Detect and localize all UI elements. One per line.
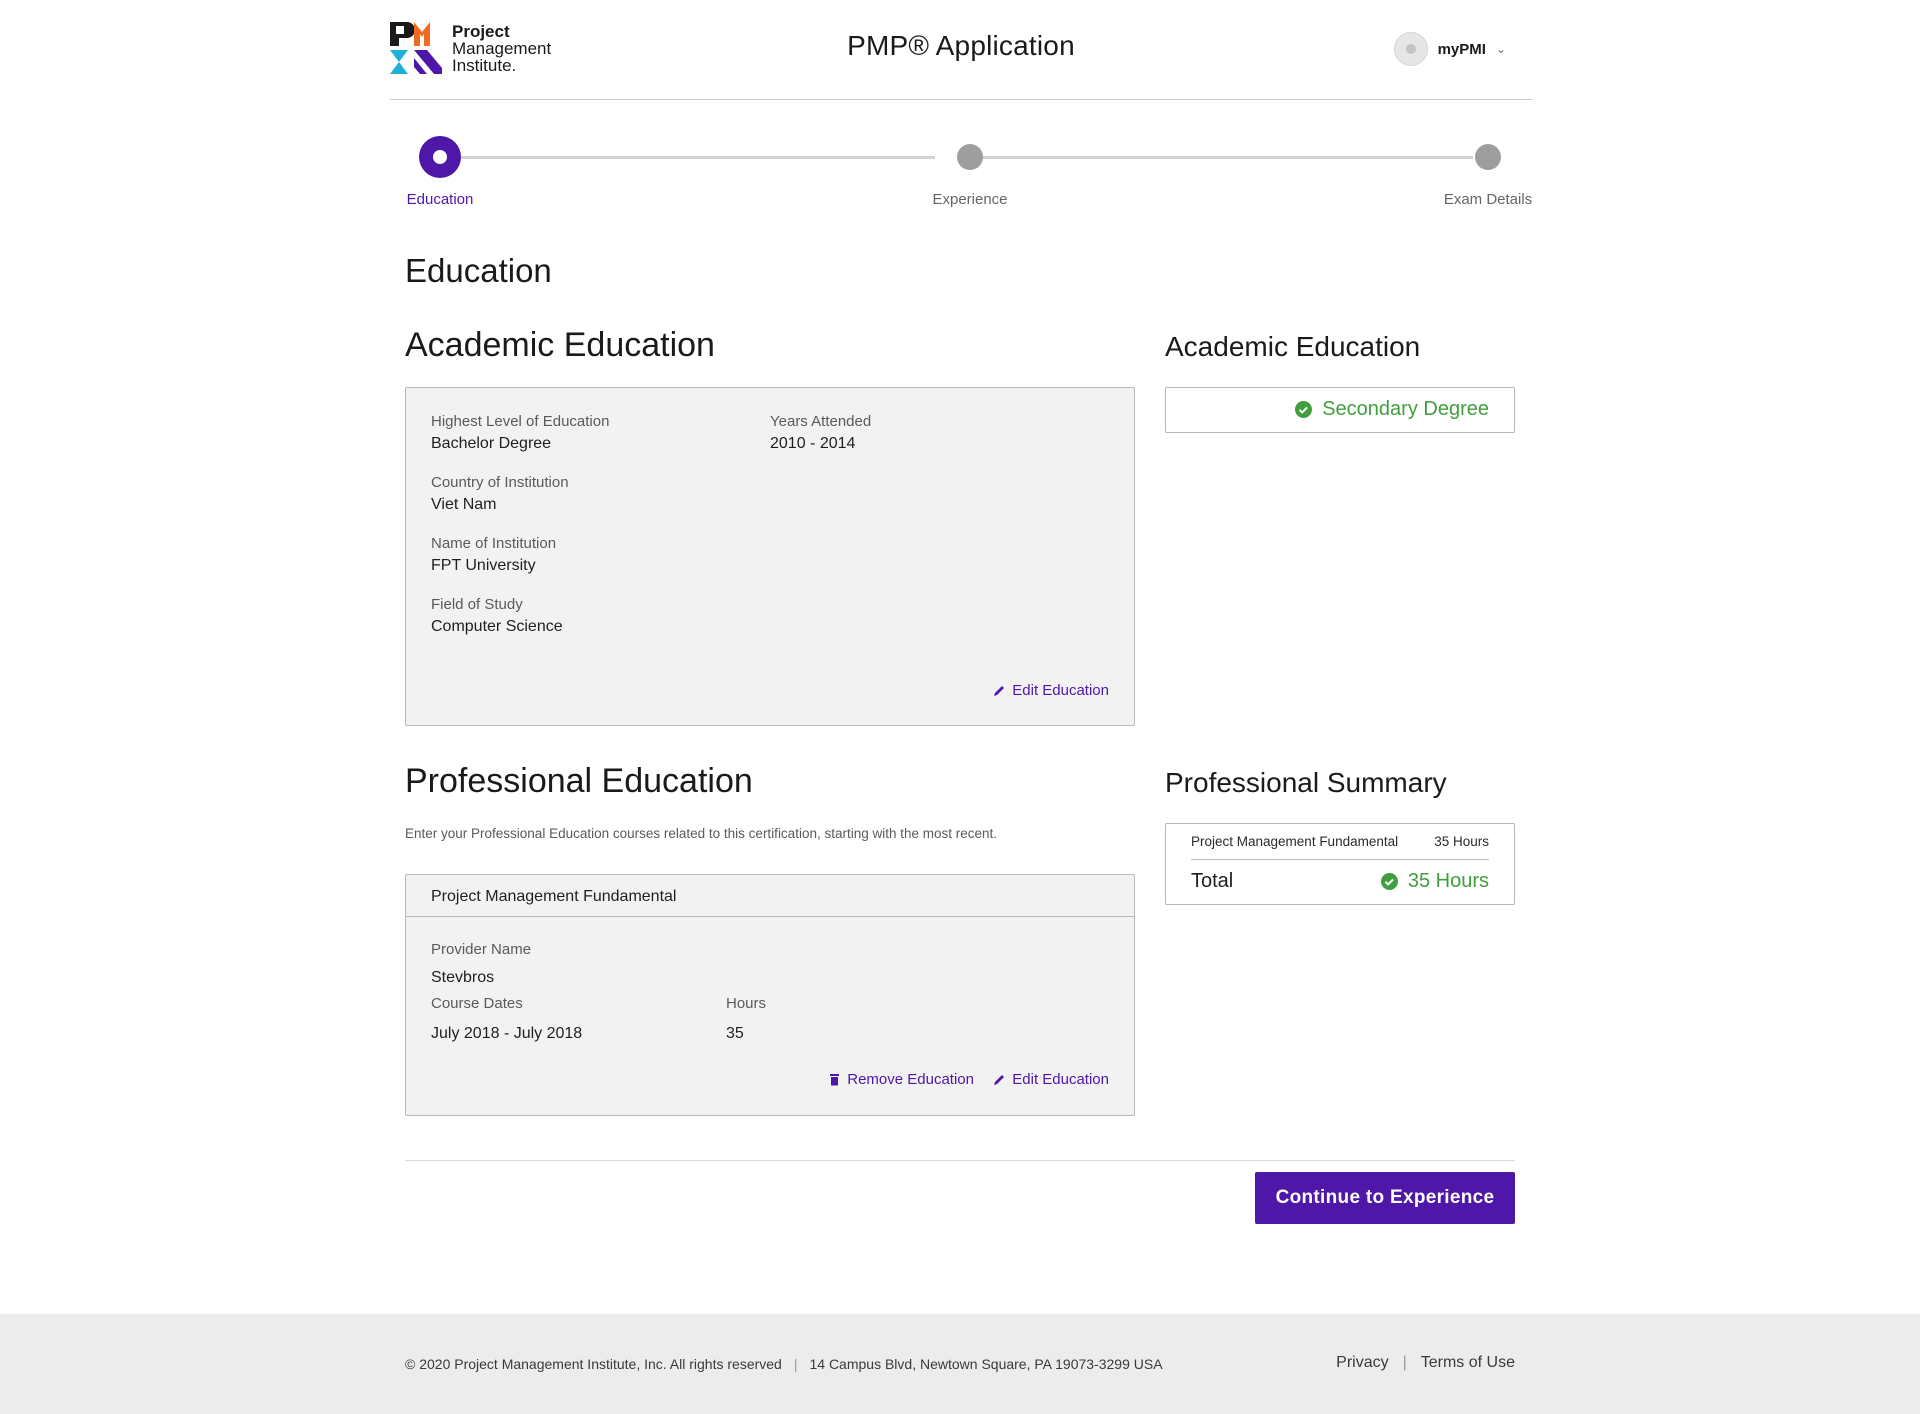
level-label: Highest Level of Education [431, 413, 610, 430]
pencil-icon [994, 686, 1005, 696]
field-of-study-label: Field of Study [431, 596, 523, 613]
step-dot-exam-details[interactable] [1475, 144, 1501, 170]
progress-stepper: Education Experience Exam Details [390, 130, 1532, 210]
step-connector [440, 156, 935, 159]
provider-label: Provider Name [431, 941, 532, 958]
country-value: Viet Nam [431, 496, 497, 513]
avatar [1393, 32, 1428, 66]
step-dot-education[interactable] [419, 136, 461, 178]
remove-education-link[interactable]: Remove Education [828, 1071, 974, 1088]
professional-summary-box: Project Management Fundamental 35 Hours … [1165, 823, 1515, 905]
continue-to-experience-button[interactable]: Continue to Experience [1255, 1172, 1515, 1224]
trash-icon [830, 1074, 840, 1086]
chevron-down-icon: ⌄ [1495, 42, 1506, 56]
level-value: Bachelor Degree [431, 435, 552, 452]
step-label-education[interactable]: Education [407, 191, 474, 208]
actions-divider [405, 1160, 1515, 1161]
years-value: 2010 - 2014 [770, 435, 856, 452]
edit-academic-education-link[interactable]: Edit Education [993, 682, 1109, 699]
summary-row: Project Management Fundamental 35 Hours [1191, 834, 1489, 860]
hours-value: 35 [726, 1025, 744, 1042]
address-text: 14 Campus Blvd, Newtown Square, PA 19073… [809, 1356, 1163, 1372]
app-title: PMP® Application [847, 30, 1075, 61]
step-label-experience[interactable]: Experience [932, 191, 1007, 208]
step-connector [970, 156, 1473, 159]
summary-total-label: Total [1191, 870, 1234, 892]
academic-status-box: Secondary Degree [1165, 387, 1515, 433]
professional-instructions: Enter your Professional Education course… [405, 826, 998, 841]
user-menu[interactable]: myPMI ⌄ [1393, 32, 1506, 66]
professional-education-title: Professional Education [405, 762, 753, 800]
academic-education-title: Academic Education [405, 326, 715, 364]
summary-total: Total 35 Hours [1191, 870, 1489, 893]
edit-education-label: Edit Education [1012, 682, 1109, 699]
country-label: Country of Institution [431, 474, 569, 491]
pencil-icon [994, 1075, 1005, 1085]
academic-status-text: Secondary Degree [1322, 398, 1489, 420]
years-label: Years Attended [770, 413, 872, 430]
provider-value: Stevbros [431, 969, 495, 986]
footer-links: Privacy | Terms of Use [1336, 1354, 1515, 1372]
terms-of-use-link[interactable]: Terms of Use [1421, 1354, 1515, 1372]
academic-education-card: Highest Level of Education Bachelor Degr… [405, 387, 1135, 726]
step-dot-experience[interactable] [957, 144, 983, 170]
page-title: Education [405, 252, 552, 289]
site-header: Project Management Institute. PMP® Appli… [390, 0, 1532, 100]
academic-status: Secondary Degree [1295, 398, 1489, 421]
professional-course-card: Project Management Fundamental Provider … [405, 874, 1135, 1116]
site-footer: © 2020 Project Management Institute, Inc… [0, 1314, 1920, 1414]
institution-value: FPT University [431, 557, 536, 574]
institution-label: Name of Institution [431, 535, 557, 552]
edit-professional-education-link[interactable]: Edit Education [993, 1071, 1109, 1088]
summary-total-status: 35 Hours [1380, 870, 1489, 893]
remove-education-label: Remove Education [847, 1071, 974, 1088]
professional-summary-title: Professional Summary [1165, 767, 1447, 798]
summary-total-value: 35 Hours [1407, 870, 1489, 892]
course-dates-value: July 2018 - July 2018 [431, 1025, 583, 1042]
user-name: myPMI [1437, 40, 1486, 58]
course-name: Project Management Fundamental [406, 875, 1134, 917]
academic-side-title: Academic Education [1165, 331, 1421, 362]
check-circle-icon [1295, 401, 1313, 418]
summary-row-hours: 35 Hours [1434, 834, 1489, 849]
check-circle-icon [1380, 873, 1398, 890]
step-label-exam-details[interactable]: Exam Details [1444, 191, 1532, 208]
privacy-link[interactable]: Privacy [1336, 1354, 1388, 1372]
course-dates-label: Course Dates [431, 995, 523, 1012]
field-of-study-value: Computer Science [431, 618, 563, 635]
copyright-text: © 2020 Project Management Institute, Inc… [405, 1356, 782, 1372]
edit-education-label: Edit Education [1012, 1071, 1109, 1088]
footer-links-separator: | [1402, 1354, 1407, 1371]
footer-separator: | [793, 1356, 798, 1372]
summary-row-name: Project Management Fundamental [1191, 834, 1399, 849]
footer-legal: © 2020 Project Management Institute, Inc… [405, 1356, 1163, 1372]
hours-label: Hours [726, 995, 767, 1012]
